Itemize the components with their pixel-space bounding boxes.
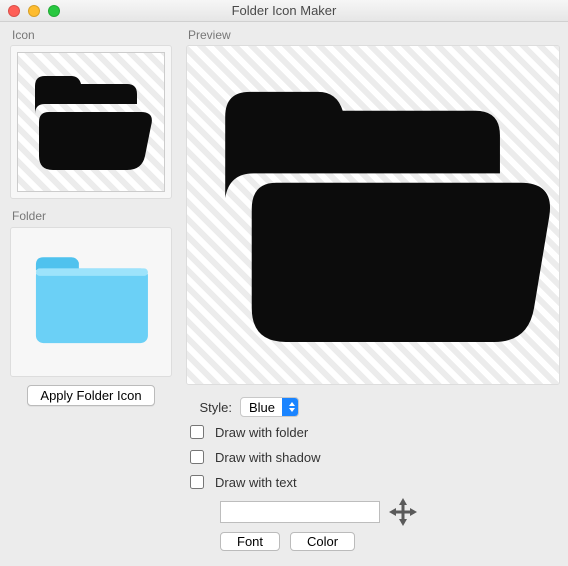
draw-with-shadow-label: Draw with shadow <box>215 450 321 465</box>
draw-with-folder-checkbox[interactable] <box>190 425 204 439</box>
close-icon[interactable] <box>8 5 20 17</box>
controls: Style: Blue Draw with folder Draw with s… <box>186 397 560 551</box>
folder-open-icon <box>21 62 161 182</box>
zoom-icon[interactable] <box>48 5 60 17</box>
left-column: Icon Folder Apply Folder Icon <box>10 28 172 556</box>
draw-with-text-checkbox[interactable] <box>190 475 204 489</box>
preview-section-label: Preview <box>188 28 560 42</box>
font-color-row: Font Color <box>220 532 560 551</box>
folder-open-preview-icon <box>193 60 553 370</box>
icon-well[interactable] <box>10 45 172 199</box>
folder-well[interactable] <box>10 227 172 377</box>
style-select[interactable]: Blue <box>240 397 299 417</box>
draw-with-folder-label: Draw with folder <box>215 425 308 440</box>
icon-frame <box>17 52 165 192</box>
apply-folder-icon-button[interactable]: Apply Folder Icon <box>27 385 154 406</box>
draw-with-text-label: Draw with text <box>215 475 297 490</box>
text-input[interactable] <box>220 501 380 523</box>
text-row <box>220 497 560 527</box>
style-select-wrap: Blue <box>240 397 299 417</box>
move-icon[interactable] <box>388 497 418 527</box>
window-controls <box>8 5 60 17</box>
font-button[interactable]: Font <box>220 532 280 551</box>
draw-with-shadow-checkbox[interactable] <box>190 450 204 464</box>
right-column: Preview Style: Blue Draw with folder <box>186 28 560 556</box>
preview-well[interactable] <box>186 45 560 385</box>
minimize-icon[interactable] <box>28 5 40 17</box>
folder-section-label: Folder <box>12 209 172 223</box>
titlebar: Folder Icon Maker <box>0 0 568 22</box>
style-label: Style: <box>186 400 232 415</box>
color-button[interactable]: Color <box>290 532 355 551</box>
icon-section-label: Icon <box>12 28 172 42</box>
style-row: Style: Blue <box>186 397 560 417</box>
draw-folder-row: Draw with folder <box>186 422 560 442</box>
blue-folder-icon <box>21 246 161 358</box>
content: Icon Folder Apply Folder Icon Preview <box>0 22 568 566</box>
window-title: Folder Icon Maker <box>0 3 568 18</box>
draw-shadow-row: Draw with shadow <box>186 447 560 467</box>
draw-text-row: Draw with text <box>186 472 560 492</box>
